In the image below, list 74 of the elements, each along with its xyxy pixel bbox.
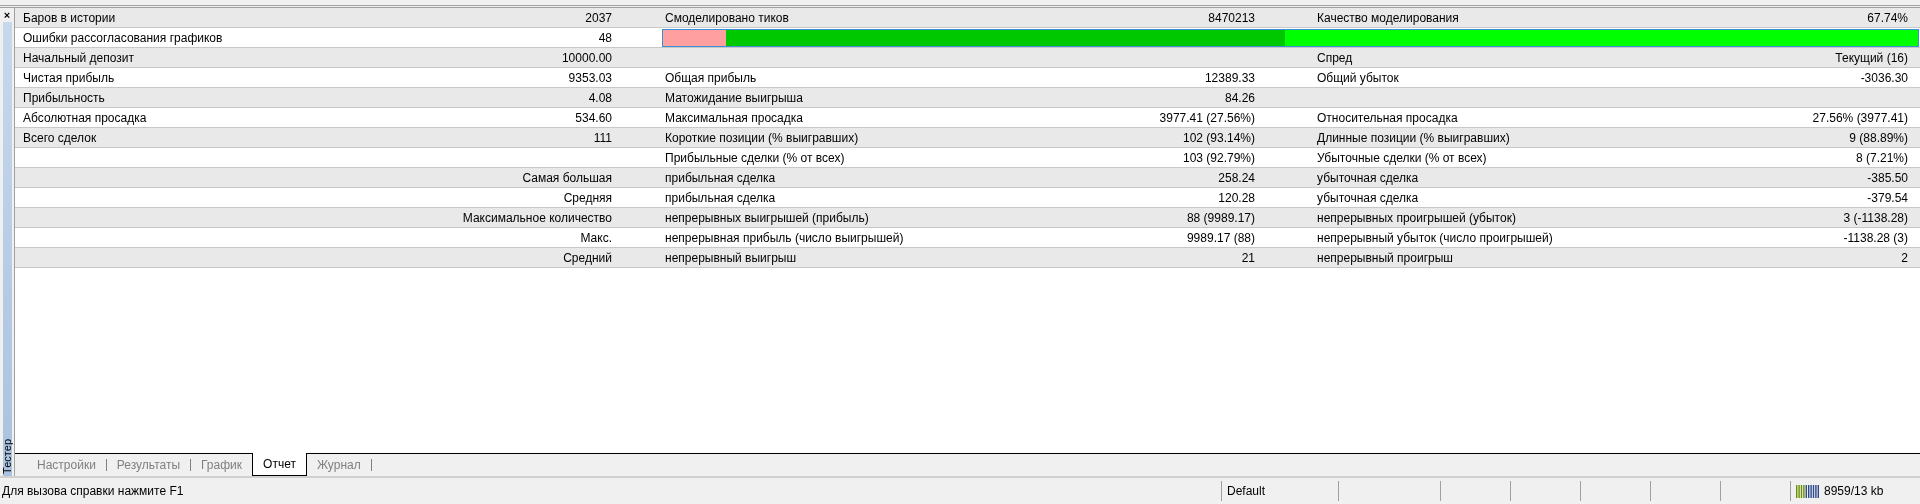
status-help-text: Для вызова справки нажмите F1 (1, 484, 185, 498)
signal-bars-icon (1796, 484, 1820, 498)
stat-value: -1138.28 (3) (1843, 230, 1908, 245)
stat-value: 2037 (585, 10, 612, 25)
stat-value: -385.50 (1867, 170, 1908, 185)
stat-value: 48 (598, 30, 612, 45)
stat-value: 4.08 (588, 90, 612, 105)
stat-value: 9 (88.89%) (1849, 130, 1908, 145)
stat-label: непрерывный выигрыш (665, 250, 797, 265)
stat-value: -379.54 (1867, 190, 1908, 205)
profile-pane: Default (1221, 481, 1338, 501)
stat-value: 102 (93.14%) (1182, 130, 1255, 145)
section-caption: Самая большая (522, 170, 612, 185)
stat-value: -3036.30 (1860, 70, 1908, 85)
stat-value: Текущий (16) (1835, 50, 1908, 65)
stat-value: 2 (1901, 250, 1908, 265)
tab[interactable]: Журнал (306, 454, 371, 476)
stat-value: 8470213 (1208, 10, 1255, 25)
tab[interactable]: Результаты (106, 454, 191, 476)
stat-label: Максимальная просадка (665, 110, 803, 125)
stat-label: Чистая прибыль (23, 70, 115, 85)
stat-value: 27.56% (3977.41) (1812, 110, 1908, 125)
stat-value: 258.24 (1218, 170, 1255, 185)
stat-value: 67.74% (1867, 10, 1908, 25)
traffic-pane: 8959/13 kb (1790, 481, 1920, 501)
stat-label: прибыльная сделка (665, 170, 776, 185)
stat-value: 9989.17 (88) (1186, 230, 1255, 245)
stat-label: Короткие позиции (% выигравших) (665, 130, 859, 145)
stat-value: 12389.33 (1204, 70, 1255, 85)
stat-value: 120.28 (1218, 190, 1255, 205)
stat-value: 3977.41 (27.56%) (1159, 110, 1255, 125)
stat-label: непрерывный проигрыш (1317, 250, 1453, 265)
stat-label: Баров в истории (23, 10, 116, 25)
stat-value: 3 (-1138.28) (1843, 210, 1908, 225)
stat-label: Смоделировано тиков (665, 10, 789, 25)
stat-label: Качество моделирования (1317, 10, 1459, 25)
stat-label: Начальный депозит (23, 50, 134, 65)
section-caption: Средний (563, 250, 612, 265)
stat-label: непрерывных выигрышей (прибыль) (665, 210, 869, 225)
stat-label: Общая прибыль (665, 70, 757, 85)
stat-label: Относительная просадка (1317, 110, 1458, 125)
stat-value: 8 (7.21%) (1855, 150, 1908, 165)
stat-value: 9353.03 (568, 70, 612, 85)
stat-label: Ошибки рассогласования графиков (23, 30, 223, 45)
stat-value: 534.60 (575, 110, 612, 125)
stat-label: непрерывный убыток (число проигрышей) (1317, 230, 1553, 245)
section-caption: Максимальное количество (462, 210, 612, 225)
stat-label: Прибыльные сделки (% от всех) (665, 150, 845, 165)
stat-value: 21 (1241, 250, 1255, 265)
tab[interactable]: Настройки (27, 454, 106, 476)
stat-value: 84.26 (1224, 90, 1255, 105)
stat-label: Прибыльность (23, 90, 105, 105)
tab[interactable]: График (191, 454, 253, 476)
stat-value: 88 (9989.17) (1186, 210, 1255, 225)
stat-label: убыточная сделка (1317, 170, 1419, 185)
stat-value: 103 (92.79%) (1182, 150, 1255, 165)
stat-label: Всего сделок (23, 130, 97, 145)
section-caption: Средняя (563, 190, 612, 205)
stat-label: прибыльная сделка (665, 190, 776, 205)
stat-label: убыточная сделка (1317, 190, 1419, 205)
stat-label: Убыточные сделки (% от всех) (1317, 150, 1487, 165)
tab[interactable]: Отчет (252, 453, 307, 476)
stat-label: Абсолютная просадка (23, 110, 147, 125)
panel-title: Тестер (1, 438, 13, 476)
stat-label: непрерывных проигрышей (убыток) (1317, 210, 1516, 225)
stat-label: непрерывная прибыль (число выигрышей) (665, 230, 904, 245)
stat-value: 111 (593, 130, 612, 145)
stat-value: 10000.00 (561, 50, 612, 65)
section-caption: Макс. (580, 230, 612, 245)
stat-label: Длинные позиции (% выигравших) (1317, 130, 1510, 145)
stat-label: Общий убыток (1317, 70, 1399, 85)
close-button[interactable]: × (3, 8, 11, 22)
stat-label: Спред (1317, 50, 1353, 65)
stat-label: Матожидание выигрыша (665, 90, 803, 105)
